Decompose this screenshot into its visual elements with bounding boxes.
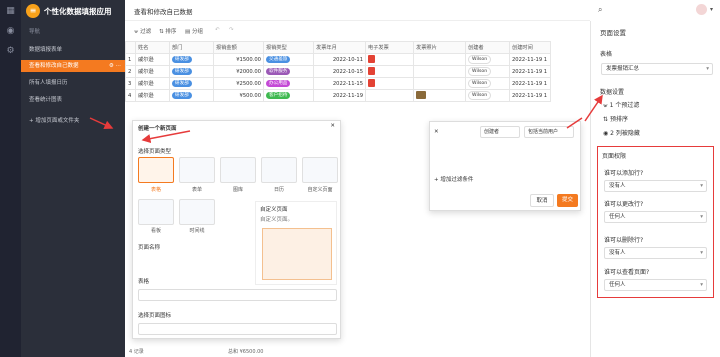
arrow-line xyxy=(566,117,583,129)
arrow-to-filter xyxy=(584,94,603,122)
arrow-to-dialog xyxy=(141,130,191,144)
arrow-to-sidebar xyxy=(89,117,114,129)
annotation-arrows xyxy=(89,94,603,144)
